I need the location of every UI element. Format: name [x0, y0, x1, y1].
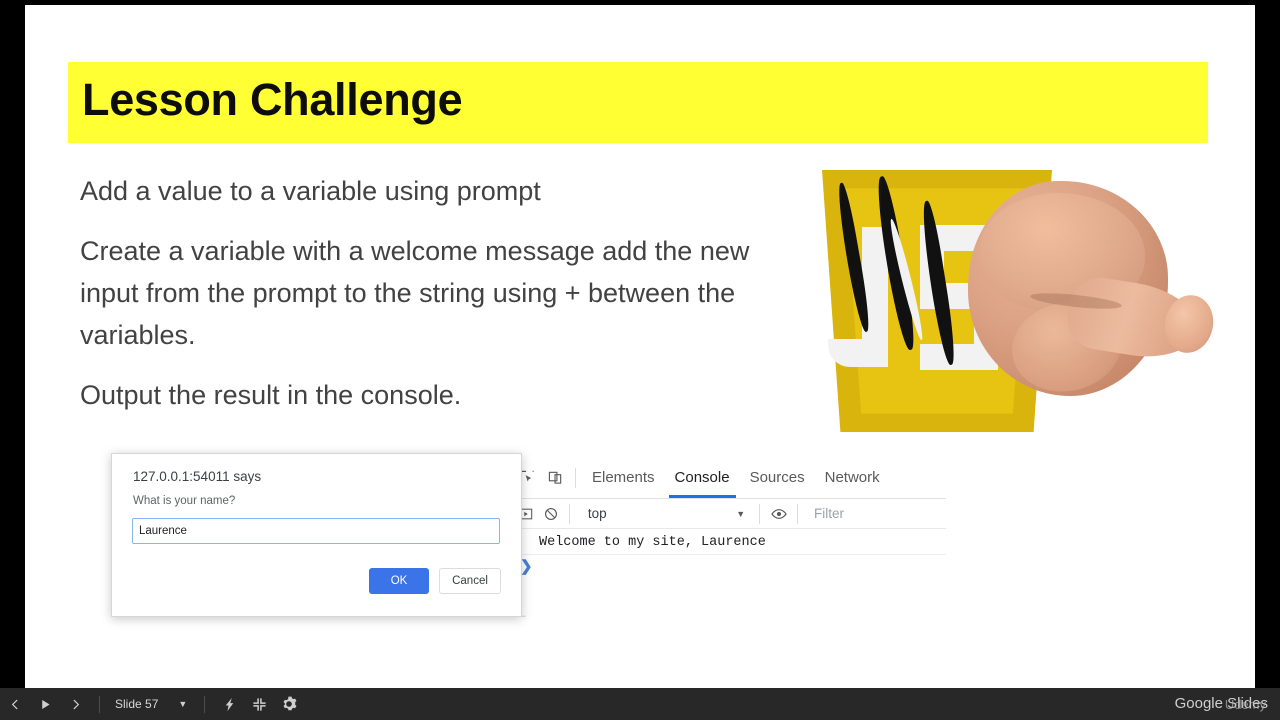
ok-button[interactable]: OK [369, 568, 429, 594]
watermark-label: Udemy [1224, 697, 1266, 712]
tab-elements[interactable]: Elements [582, 457, 665, 498]
toolbar-divider [797, 503, 798, 524]
javascript-logo-icon [810, 165, 1219, 440]
tab-label: Network [824, 469, 880, 486]
slide-canvas: Lesson Challenge Add a value to a variab… [25, 5, 1255, 688]
execution-context-value: top [587, 506, 607, 521]
settings-gear-icon[interactable] [274, 688, 304, 720]
tab-network[interactable]: Network [815, 457, 890, 498]
toolbar-divider [759, 503, 761, 524]
chevron-down-icon[interactable]: ▼ [164, 699, 195, 709]
devtools-tabbar: Elements Console Sources Network [513, 457, 946, 499]
toolbar-divider [569, 503, 570, 524]
pointing-hand-icon [960, 175, 1219, 430]
slide-body: Add a value to a variable using prompt C… [80, 170, 770, 416]
tab-label: Sources [749, 469, 805, 486]
console-input-row[interactable]: ❯ [513, 555, 946, 581]
body-paragraph-2: Create a variable with a welcome message… [80, 236, 750, 350]
dialog-actions: OK Cancel [369, 568, 501, 594]
toolbar-divider [99, 695, 100, 713]
dialog-origin-label: 127.0.0.1:54011 says [133, 469, 262, 484]
execution-context-selector[interactable]: top ▼ [576, 506, 753, 521]
toolbar-divider [204, 695, 206, 713]
clear-console-icon[interactable] [538, 500, 563, 528]
tab-label: Console [674, 469, 730, 486]
device-toolbar-icon[interactable] [541, 464, 569, 492]
body-paragraph-3: Output the result in the console. [80, 380, 462, 410]
exit-fullscreen-icon[interactable] [244, 688, 274, 720]
body-paragraph-1: Add a value to a variable using prompt [80, 176, 541, 206]
page-title: Lesson Challenge [82, 74, 463, 125]
toolbar-divider [575, 467, 576, 488]
next-slide-button[interactable] [60, 688, 90, 720]
devtools-panel: Elements Console Sources Network top ▼ F… [512, 457, 946, 615]
dialog-text-input[interactable] [132, 518, 500, 544]
laser-pointer-icon[interactable] [214, 688, 244, 720]
dialog-question-label: What is your name? [133, 495, 236, 507]
console-toolbar: top ▼ [513, 499, 946, 529]
tab-label: Elements [592, 469, 655, 486]
console-filter-input[interactable] [804, 505, 946, 522]
tab-sources[interactable]: Sources [740, 457, 815, 498]
play-button[interactable] [30, 688, 60, 720]
slide-number-label[interactable]: Slide 57 [109, 697, 164, 711]
browser-prompt-dialog: 127.0.0.1:54011 says What is your name? … [111, 453, 522, 617]
chevron-down-icon: ▼ [736, 508, 746, 519]
console-output-message: Welcome to my site, Laurence [513, 529, 946, 555]
previous-slide-button[interactable] [0, 688, 30, 720]
tab-console[interactable]: Console [665, 457, 740, 498]
presentation-viewport: Lesson Challenge Add a value to a variab… [0, 0, 1280, 720]
presentation-toolbar: Slide 57 ▼ Google Slides Udemy [0, 688, 1280, 720]
live-expression-eye-icon[interactable] [766, 500, 791, 528]
cancel-button[interactable]: Cancel [439, 568, 501, 594]
